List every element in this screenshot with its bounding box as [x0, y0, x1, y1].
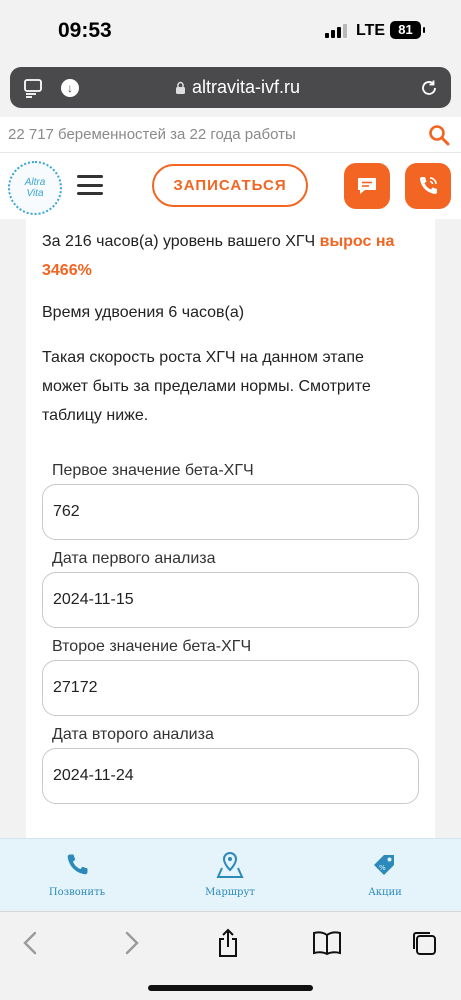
tabs-icon[interactable] — [407, 926, 441, 960]
nav-promo[interactable]: % Акции — [325, 851, 445, 898]
battery-level: 81 — [398, 22, 413, 37]
menu-icon[interactable] — [77, 175, 103, 195]
status-time: 09:53 — [58, 19, 112, 42]
result-prefix: За 216 часов(а) уровень вашего ХГЧ — [42, 233, 320, 250]
first-date-label: Дата первого анализа — [52, 550, 216, 567]
domain-text: altravita-ivf.ru — [192, 77, 301, 97]
forward-icon[interactable] — [114, 926, 148, 960]
nav-call[interactable]: Позвонить — [17, 851, 137, 898]
logo-text-line2: Vita — [26, 188, 44, 199]
first-value-label: Первое значение бета-ХГЧ — [52, 462, 254, 479]
search-icon[interactable] — [427, 123, 451, 147]
chat-icon — [358, 178, 376, 194]
logo-text-line1: Altra — [24, 177, 46, 188]
url-domain[interactable]: altravita-ivf.ru — [175, 77, 300, 98]
reader-mode-icon[interactable] — [20, 67, 46, 108]
bookmarks-icon[interactable] — [310, 926, 344, 960]
second-value-label: Второе значение бета-ХГЧ — [52, 638, 252, 655]
second-date-label: Дата второго анализа — [52, 726, 214, 743]
site-bottom-nav: Позвонить Маршрут % Акции — [0, 838, 461, 911]
nav-call-label: Позвонить — [48, 887, 106, 898]
address-bar[interactable]: ↓ altravita-ivf.ru — [10, 67, 451, 108]
result-notice: Такая скорость роста ХГЧ на данном этапе… — [42, 349, 371, 424]
svg-text:%: % — [379, 864, 386, 872]
second-value-input[interactable]: 27172 — [42, 660, 419, 716]
site-tagline: 22 717 беременностей за 22 года работы — [8, 126, 296, 143]
lock-icon — [176, 81, 185, 94]
home-indicator — [148, 985, 313, 991]
nav-promo-label: Акции — [368, 887, 402, 898]
site-logo[interactable]: Altra Vita — [8, 161, 62, 215]
tagline-bar: 22 717 беременностей за 22 года работы — [0, 117, 461, 153]
result-text: За 216 часов(а) уровень вашего ХГЧ вырос… — [42, 227, 422, 285]
network-type: LTE — [356, 22, 386, 39]
tag-icon: % — [374, 855, 394, 875]
call-button[interactable] — [405, 163, 451, 209]
nav-route[interactable]: Маршрут — [170, 851, 290, 898]
site-header: Altra Vita ЗАПИСАТЬСЯ — [0, 153, 461, 219]
share-icon[interactable] — [211, 926, 245, 960]
download-icon[interactable]: ↓ — [57, 67, 83, 108]
phone-icon — [420, 177, 437, 194]
signal-icon — [325, 23, 347, 38]
signup-button[interactable]: ЗАПИСАТЬСЯ — [152, 164, 308, 207]
second-date-input[interactable]: 2024-11-24 — [42, 748, 419, 804]
first-value-input[interactable]: 762 — [42, 484, 419, 540]
nav-route-label: Маршрут — [205, 887, 255, 898]
map-pin-icon — [216, 851, 244, 878]
phone-icon — [67, 854, 88, 875]
reload-icon[interactable] — [415, 67, 443, 108]
status-bar: 09:53 LTE 81 — [0, 0, 461, 62]
chat-button[interactable] — [344, 163, 390, 209]
first-date-input[interactable]: 2024-11-15 — [42, 572, 419, 628]
back-icon[interactable] — [14, 926, 48, 960]
doubling-time: Время удвоения 6 часов(а) — [42, 304, 245, 321]
battery-icon: 81 — [390, 21, 425, 39]
